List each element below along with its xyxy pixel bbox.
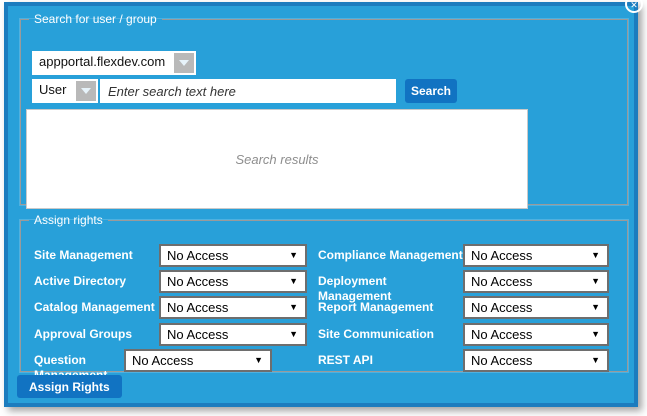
rights-label: Report Management — [318, 296, 463, 315]
search-input[interactable] — [100, 79, 396, 103]
rights-label: REST API — [318, 349, 463, 368]
rights-select-deployment-management[interactable]: No Access — [463, 270, 609, 293]
rights-select-active-directory[interactable]: No Access — [159, 270, 307, 293]
rights-row-compliance-management: Compliance Management No Access — [318, 244, 609, 267]
search-results-panel[interactable]: Search results — [26, 109, 528, 209]
domain-dropdown-value: appportal.flexdev.com — [32, 51, 172, 75]
rights-label: Active Directory — [34, 270, 159, 289]
page: Search for user / group appportal.flexde… — [0, 0, 647, 416]
assign-rights-dialog: Search for user / group appportal.flexde… — [4, 2, 638, 407]
search-button[interactable]: Search — [405, 79, 457, 103]
rights-row-approval-groups: Approval Groups No Access — [34, 323, 307, 346]
rights-label: Catalog Management — [34, 296, 159, 315]
search-type-dropdown-value: User — [32, 79, 74, 103]
rights-select-site-management[interactable]: No Access — [159, 244, 307, 267]
rights-select-approval-groups[interactable]: No Access — [159, 323, 307, 346]
rights-row-site-management: Site Management No Access — [34, 244, 307, 267]
rights-row-site-communication: Site Communication No Access — [318, 323, 609, 346]
rights-select-rest-api[interactable]: No Access — [463, 349, 609, 372]
rights-label: Compliance Management — [318, 244, 463, 263]
rights-row-report-management: Report Management No Access — [318, 296, 609, 319]
chevron-down-icon — [81, 88, 91, 94]
chevron-down-icon — [179, 60, 189, 66]
assign-rights-group: Assign rights Site Management No Access … — [20, 213, 628, 372]
close-icon[interactable]: ✕ — [625, 0, 643, 13]
rights-row-catalog-management: Catalog Management No Access — [34, 296, 307, 319]
rights-select-question-management[interactable]: No Access — [124, 349, 272, 372]
rights-select-report-management[interactable]: No Access — [463, 296, 609, 319]
rights-label: Site Management — [34, 244, 159, 263]
search-type-dropdown[interactable]: User — [32, 79, 98, 103]
assign-rights-button[interactable]: Assign Rights — [17, 375, 122, 398]
rights-row-rest-api: REST API No Access — [318, 349, 609, 372]
domain-dropdown-toggle[interactable] — [174, 53, 194, 73]
rights-select-compliance-management[interactable]: No Access — [463, 244, 609, 267]
rights-label: Site Communication — [318, 323, 463, 342]
rights-select-site-communication[interactable]: No Access — [463, 323, 609, 346]
rights-row-active-directory: Active Directory No Access — [34, 270, 307, 293]
domain-dropdown[interactable]: appportal.flexdev.com — [32, 51, 196, 75]
rights-select-catalog-management[interactable]: No Access — [159, 296, 307, 319]
assign-rights-group-title: Assign rights — [29, 213, 108, 227]
search-type-dropdown-toggle[interactable] — [76, 81, 96, 101]
rights-label: Approval Groups — [34, 323, 159, 342]
search-results-placeholder: Search results — [235, 152, 318, 167]
search-group: Search for user / group appportal.flexde… — [20, 12, 628, 205]
search-group-title: Search for user / group — [29, 12, 162, 26]
